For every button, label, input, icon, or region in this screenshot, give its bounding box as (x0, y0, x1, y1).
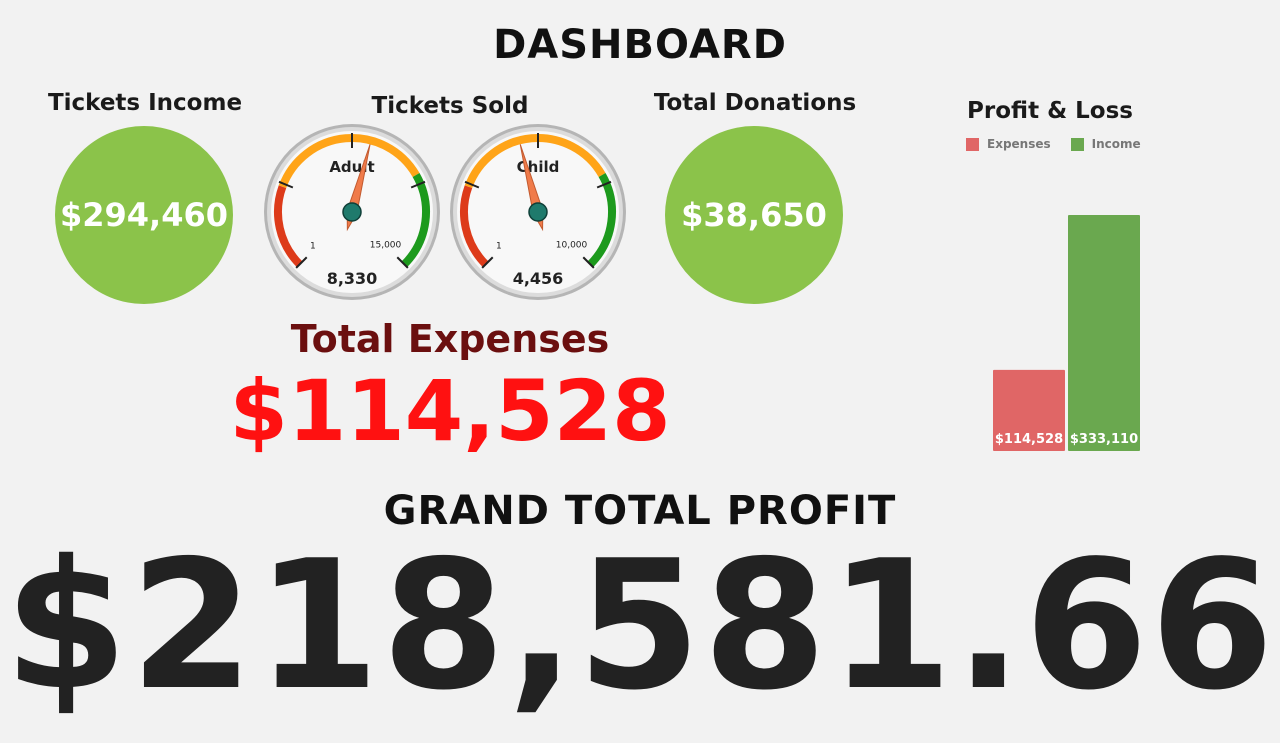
tickets-income-circle: $294,460 (55, 126, 233, 304)
total-expenses-label: Total Expenses (290, 317, 610, 361)
adult-gauge-name: Adult (329, 158, 374, 176)
legend-swatch-income (1070, 137, 1084, 151)
adult-gauge-max-label: 15,000 (370, 240, 402, 250)
total-donations-title: Total Donations (653, 90, 857, 116)
child-gauge-min-label: 1 (496, 241, 502, 251)
chart-legend: Expenses Income (966, 137, 1141, 151)
bar-income (1068, 215, 1140, 451)
child-gauge-value: 4,456 (513, 269, 564, 288)
legend-item-expenses: Expenses (966, 137, 1051, 151)
bar-label-income: $333,110 (1070, 432, 1138, 447)
legend-label-expenses: Expenses (987, 137, 1051, 151)
adult-gauge-hub (342, 202, 362, 222)
total-donations-circle: $38,650 (665, 126, 843, 304)
total-donations-value: $38,650 (681, 196, 827, 234)
total-expenses-value: $114,528 (229, 362, 671, 460)
chart-title: Profit & Loss (967, 98, 1133, 124)
profit-loss-chart: $114,528 $333,110 (993, 215, 1140, 451)
tickets-income-title: Tickets Income (47, 90, 243, 116)
tickets-sold-gauges: Adult1 15,0008,330Child1 10,0004,456 (264, 124, 626, 300)
tickets-income-value: $294,460 (59, 196, 228, 234)
child-gauge-hub (528, 202, 548, 222)
grand-total-value: $218,581.66 (4, 522, 1276, 729)
legend-swatch-expenses (966, 137, 979, 151)
bar-label-expenses: $114,528 (995, 432, 1063, 447)
legend-item-income: Income (1070, 137, 1141, 151)
page-title: DASHBOARD (493, 22, 787, 68)
tickets-sold-title: Tickets Sold (371, 93, 529, 119)
child-gauge-max-label: 10,000 (556, 240, 588, 250)
adult-gauge-value: 8,330 (327, 269, 378, 288)
dashboard: DASHBOARD Tickets Income $294,460 Ticket… (0, 0, 1280, 743)
legend-label-income: Income (1091, 137, 1141, 151)
adult-gauge-min-label: 1 (310, 241, 316, 251)
